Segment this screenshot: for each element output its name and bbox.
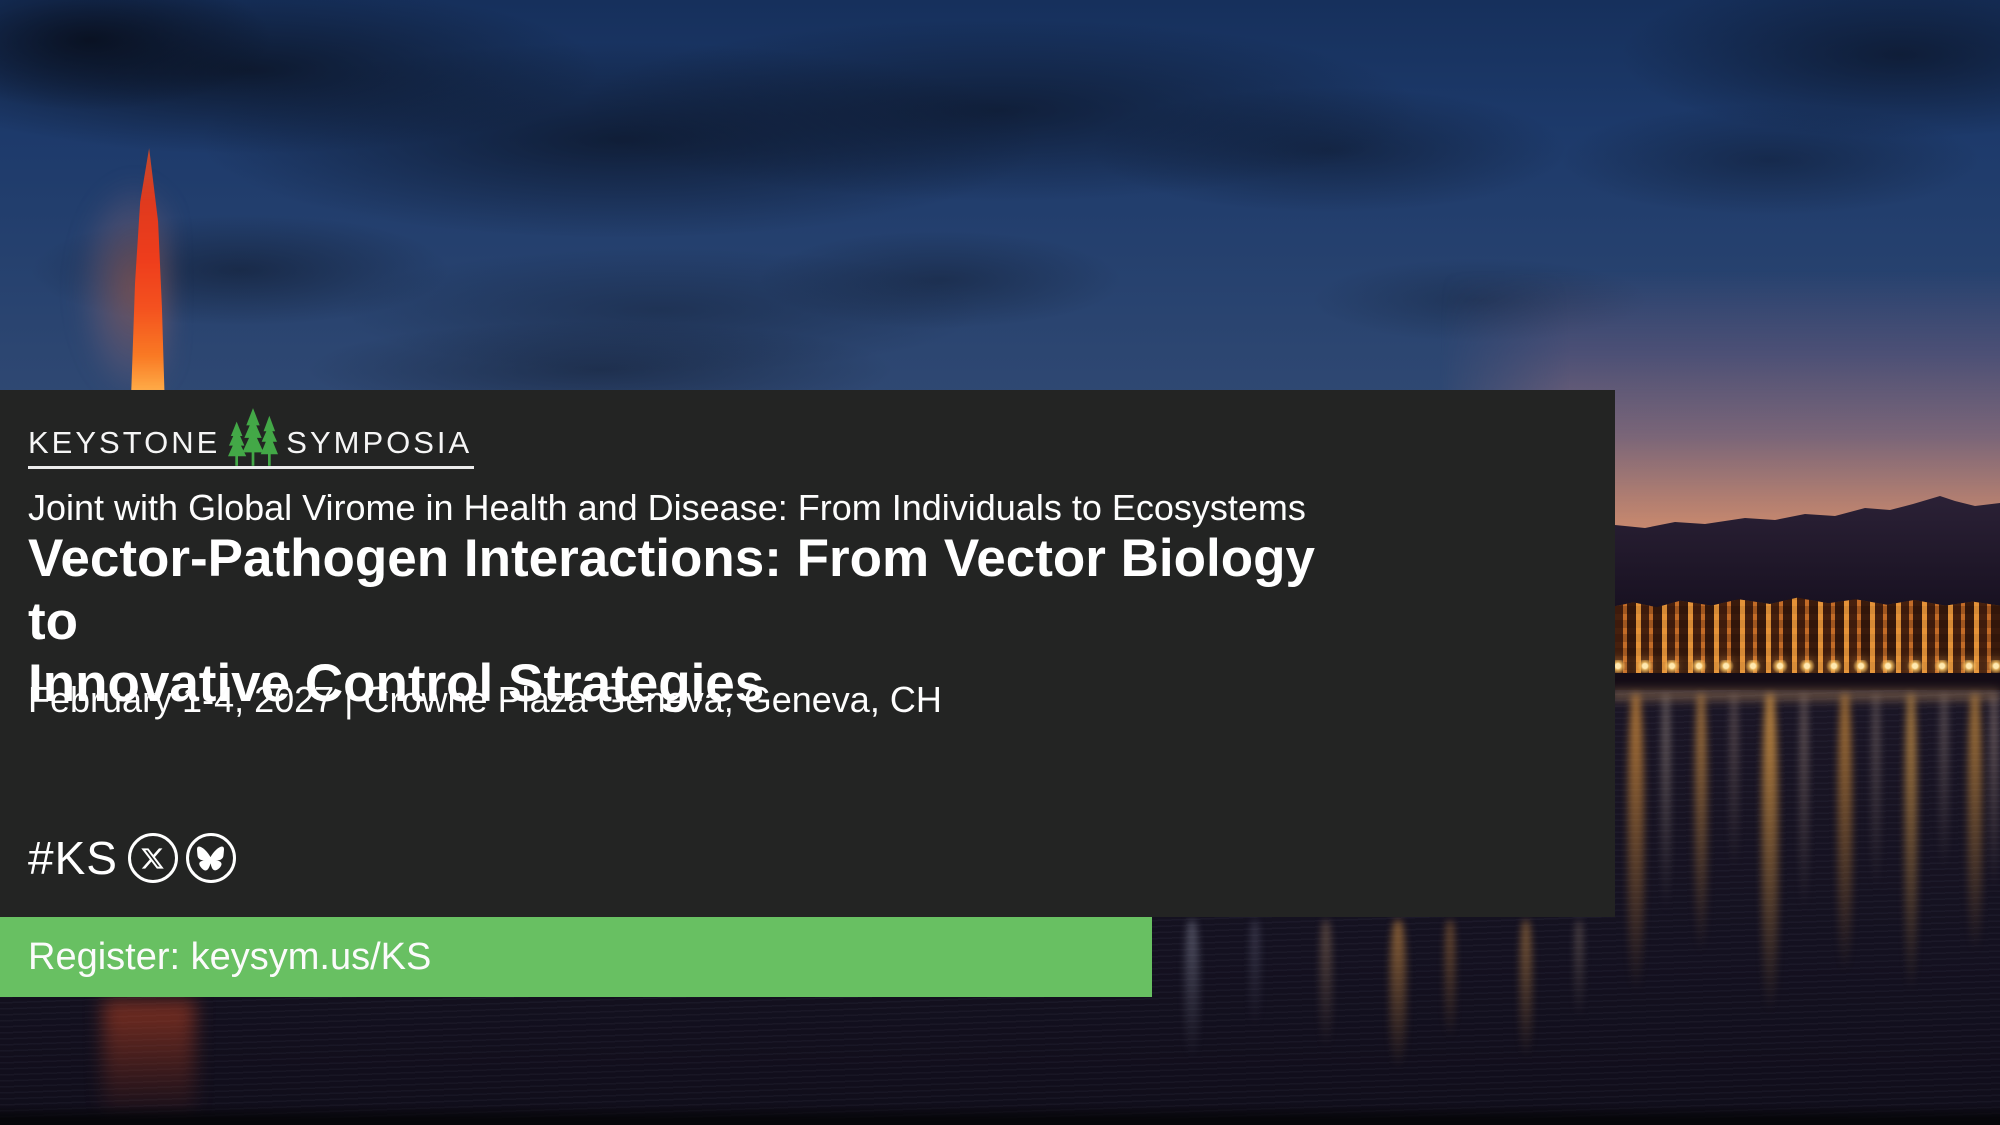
mountain-silhouette	[1555, 478, 2000, 613]
reflection-streak	[1628, 694, 1644, 994]
event-banner: KEYSTONE SYMPOSIA Jo	[0, 0, 2000, 1125]
event-title-line1: Vector-Pathogen Interactions: From Vecto…	[28, 528, 1373, 653]
reflection-streak	[1185, 920, 1199, 1060]
reflection-streak	[1445, 920, 1455, 1040]
reflection-streak	[1800, 694, 1808, 914]
event-hashtag: #KS	[28, 835, 118, 881]
register-link-text[interactable]: Register: keysym.us/KS	[28, 936, 431, 979]
reflection-streak	[1250, 920, 1260, 1030]
reflection-streak	[1940, 694, 1948, 874]
keystone-symposia-logo: KEYSTONE SYMPOSIA	[28, 406, 474, 469]
x-icon[interactable]	[128, 833, 178, 883]
register-cta-bar[interactable]: Register: keysym.us/KS	[0, 917, 1152, 997]
reflection-streak	[1968, 694, 1982, 954]
reflection-streak	[1662, 694, 1670, 914]
pine-trees-icon	[228, 406, 278, 466]
reflection-streak	[1695, 694, 1707, 954]
reflection-streak	[1390, 920, 1406, 1070]
reflection-streak	[1838, 694, 1852, 974]
logo-word-keystone: KEYSTONE	[28, 427, 220, 458]
reflection-streak	[1872, 694, 1880, 894]
event-info-panel: KEYSTONE SYMPOSIA Jo	[0, 390, 1615, 917]
reflection-streak	[1575, 920, 1583, 1020]
fountain-reflection	[103, 1000, 195, 1122]
reflection-streak	[1730, 694, 1738, 874]
reflection-streak	[1762, 694, 1778, 1014]
reflection-streak	[1990, 694, 1998, 894]
logo-word-symposia: SYMPOSIA	[286, 427, 472, 458]
quay-street-lights	[1610, 660, 2000, 673]
reflection-streak	[1905, 694, 1917, 994]
butterfly-icon[interactable]	[186, 833, 236, 883]
social-row: #KS	[28, 833, 236, 883]
reflection-streak	[1320, 920, 1332, 1050]
bottom-water-shadow	[0, 1105, 2000, 1125]
event-date-location: February 1-4, 2027 | Crowne Plaza Geneva…	[28, 678, 942, 721]
joint-meeting-subtitle: Joint with Global Virome in Health and D…	[28, 486, 1306, 529]
reflection-streak	[1520, 920, 1532, 1060]
